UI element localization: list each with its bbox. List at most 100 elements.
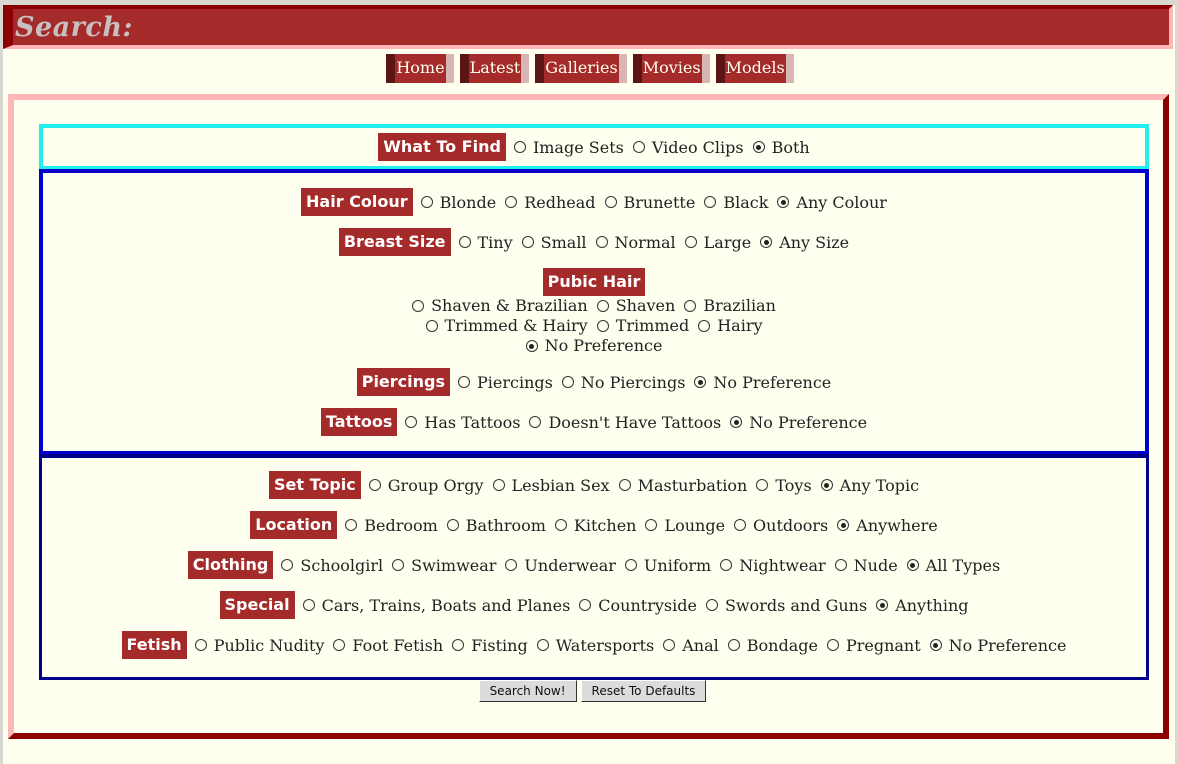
radio-unchecked-icon[interactable] (595, 236, 608, 248)
radio-unchecked-icon[interactable] (554, 519, 567, 531)
radio-unchecked-icon[interactable] (536, 639, 549, 651)
clothing-option[interactable]: Nude (834, 556, 898, 575)
radio-unchecked-icon[interactable] (505, 559, 518, 571)
radio-unchecked-icon[interactable] (529, 416, 542, 428)
radio-unchecked-icon[interactable] (446, 519, 459, 531)
nav-movies[interactable]: Movies (632, 54, 710, 83)
set-topic-option[interactable]: Lesbian Sex (492, 476, 610, 495)
clothing-option[interactable]: All Types (906, 556, 1000, 575)
radio-unchecked-icon[interactable] (663, 639, 676, 651)
what-to-find-option[interactable]: Video Clips (632, 138, 744, 157)
radio-checked-icon[interactable] (929, 639, 942, 651)
hair-colour-option[interactable]: Redhead (505, 193, 596, 212)
clothing-option[interactable]: Uniform (624, 556, 711, 575)
pubic-hair-option[interactable]: Trimmed (596, 316, 689, 336)
radio-unchecked-icon[interactable] (302, 599, 315, 611)
radio-unchecked-icon[interactable] (596, 300, 609, 312)
piercings-option[interactable]: No Piercings (561, 373, 685, 392)
location-option[interactable]: Bedroom (345, 516, 438, 535)
radio-checked-icon[interactable] (730, 416, 743, 428)
set-topic-option[interactable]: Group Orgy (368, 476, 484, 495)
special-option[interactable]: Cars, Trains, Boats and Planes (302, 596, 570, 615)
radio-unchecked-icon[interactable] (368, 479, 381, 491)
radio-checked-icon[interactable] (694, 376, 707, 388)
clothing-option[interactable]: Nightwear (720, 556, 826, 575)
radio-checked-icon[interactable] (525, 340, 538, 352)
radio-unchecked-icon[interactable] (458, 376, 471, 388)
nav-models[interactable]: Models (715, 54, 794, 83)
nav-galleries[interactable]: Galleries (535, 54, 627, 83)
radio-unchecked-icon[interactable] (420, 196, 433, 208)
pubic-hair-option[interactable]: Shaven & Brazilian (412, 296, 588, 316)
radio-unchecked-icon[interactable] (604, 196, 617, 208)
hair-colour-option[interactable]: Brunette (604, 193, 695, 212)
radio-checked-icon[interactable] (760, 236, 773, 248)
hair-colour-option[interactable]: Black (704, 193, 768, 212)
radio-checked-icon[interactable] (906, 559, 919, 571)
fetish-option[interactable]: Fisting (452, 636, 528, 655)
breast-size-option[interactable]: Tiny (458, 233, 513, 252)
pubic-hair-option[interactable]: Brazilian (684, 296, 776, 316)
breast-size-option[interactable]: Any Size (760, 233, 849, 252)
special-option[interactable]: Countryside (579, 596, 697, 615)
radio-unchecked-icon[interactable] (756, 479, 769, 491)
location-option[interactable]: Kitchen (554, 516, 636, 535)
pubic-hair-option[interactable]: Shaven (596, 296, 675, 316)
pubic-hair-option[interactable]: No Preference (525, 336, 662, 356)
radio-unchecked-icon[interactable] (492, 479, 505, 491)
radio-checked-icon[interactable] (837, 519, 850, 531)
pubic-hair-option[interactable]: Trimmed & Hairy (425, 316, 588, 336)
clothing-option[interactable]: Schoolgirl (281, 556, 383, 575)
fetish-option[interactable]: Public Nudity (194, 636, 324, 655)
radio-unchecked-icon[interactable] (720, 559, 733, 571)
clothing-option[interactable]: Swimwear (392, 556, 496, 575)
radio-unchecked-icon[interactable] (458, 236, 471, 248)
hair-colour-option[interactable]: Blonde (420, 193, 496, 212)
what-to-find-option[interactable]: Both (752, 138, 810, 157)
radio-unchecked-icon[interactable] (561, 376, 574, 388)
radio-unchecked-icon[interactable] (596, 320, 609, 332)
radio-unchecked-icon[interactable] (521, 236, 534, 248)
radio-unchecked-icon[interactable] (834, 559, 847, 571)
location-option[interactable]: Anywhere (837, 516, 938, 535)
radio-checked-icon[interactable] (777, 196, 790, 208)
search-now-button[interactable]: Search Now! (478, 680, 577, 702)
radio-unchecked-icon[interactable] (405, 416, 418, 428)
fetish-option[interactable]: No Preference (929, 636, 1066, 655)
radio-unchecked-icon[interactable] (698, 320, 711, 332)
location-option[interactable]: Outdoors (734, 516, 828, 535)
radio-unchecked-icon[interactable] (734, 519, 747, 531)
location-option[interactable]: Lounge (645, 516, 725, 535)
radio-unchecked-icon[interactable] (513, 141, 526, 153)
nav-latest[interactable]: Latest (459, 54, 530, 83)
hair-colour-option[interactable]: Any Colour (777, 193, 887, 212)
fetish-option[interactable]: Foot Fetish (333, 636, 443, 655)
special-option[interactable]: Anything (876, 596, 968, 615)
special-option[interactable]: Swords and Guns (705, 596, 867, 615)
radio-checked-icon[interactable] (752, 141, 765, 153)
clothing-option[interactable]: Underwear (505, 556, 616, 575)
radio-unchecked-icon[interactable] (618, 479, 631, 491)
set-topic-option[interactable]: Toys (756, 476, 812, 495)
nav-home[interactable]: Home (386, 54, 454, 83)
radio-unchecked-icon[interactable] (333, 639, 346, 651)
radio-checked-icon[interactable] (820, 479, 833, 491)
radio-unchecked-icon[interactable] (194, 639, 207, 651)
radio-unchecked-icon[interactable] (645, 519, 658, 531)
breast-size-option[interactable]: Normal (595, 233, 676, 252)
radio-unchecked-icon[interactable] (826, 639, 839, 651)
tattoos-option[interactable]: Has Tattoos (405, 413, 520, 432)
radio-unchecked-icon[interactable] (624, 559, 637, 571)
set-topic-option[interactable]: Masturbation (618, 476, 747, 495)
what-to-find-option[interactable]: Image Sets (513, 138, 624, 157)
radio-unchecked-icon[interactable] (412, 300, 425, 312)
radio-unchecked-icon[interactable] (704, 196, 717, 208)
radio-unchecked-icon[interactable] (705, 599, 718, 611)
radio-unchecked-icon[interactable] (505, 196, 518, 208)
fetish-option[interactable]: Pregnant (826, 636, 921, 655)
radio-unchecked-icon[interactable] (392, 559, 405, 571)
piercings-option[interactable]: No Preference (694, 373, 831, 392)
radio-unchecked-icon[interactable] (684, 300, 697, 312)
pubic-hair-option[interactable]: Hairy (698, 316, 763, 336)
radio-unchecked-icon[interactable] (345, 519, 358, 531)
